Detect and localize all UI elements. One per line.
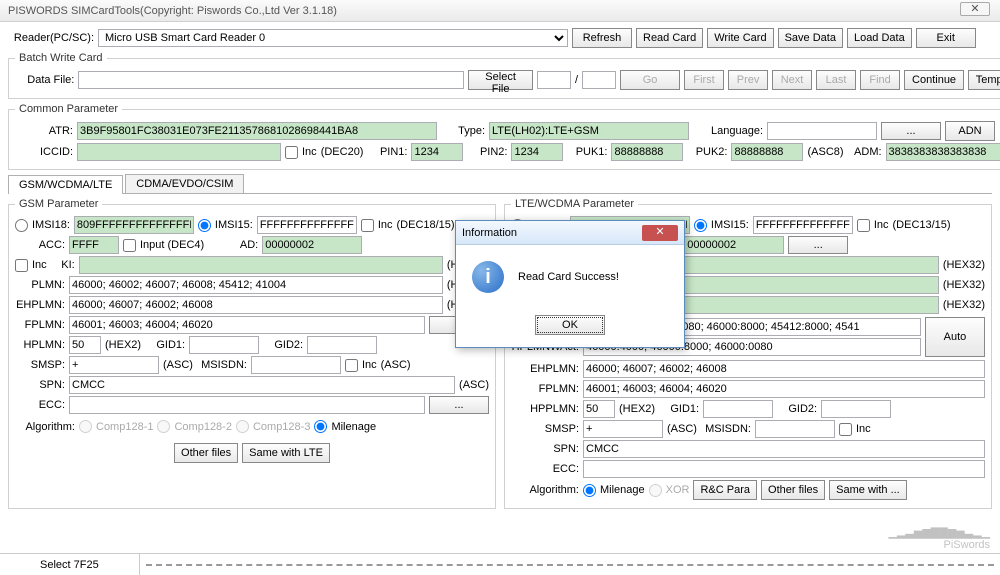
readcard-button[interactable]: Read Card bbox=[636, 28, 703, 48]
gsm-imsi15-radio[interactable] bbox=[198, 219, 211, 232]
selectfile-button[interactable]: Select File bbox=[468, 70, 533, 90]
gsm-plmn-input[interactable] bbox=[69, 276, 443, 294]
tab-cdma[interactable]: CDMA/EVDO/CSIM bbox=[125, 174, 244, 193]
gsm-acc-input[interactable] bbox=[69, 236, 119, 254]
common-fieldset: Common Parameter ATR: Type: Language: ..… bbox=[8, 103, 1000, 170]
lte-imsi15-input[interactable] bbox=[753, 216, 853, 234]
lte-gid1-input[interactable] bbox=[703, 400, 773, 418]
titlebar: PISWORDS SIMCardTools(Copyright: Pisword… bbox=[0, 0, 1000, 22]
lte-msisdn-input[interactable] bbox=[755, 420, 835, 438]
pin2-input[interactable] bbox=[511, 143, 563, 161]
find-button[interactable]: Find bbox=[860, 70, 900, 90]
lang-more-button[interactable]: ... bbox=[881, 122, 941, 140]
refresh-button[interactable]: Refresh bbox=[572, 28, 632, 48]
lte-spn-input[interactable] bbox=[583, 440, 985, 458]
gsm-imsi18-input[interactable] bbox=[74, 216, 194, 234]
lte-fplmn-input[interactable] bbox=[583, 380, 985, 398]
reader-label: Reader(PC/SC): bbox=[8, 32, 94, 44]
gsm-ki-inc-check[interactable] bbox=[15, 259, 28, 272]
dialog-message: Read Card Success! bbox=[518, 271, 619, 283]
window-close-icon[interactable]: ✕ bbox=[960, 2, 990, 16]
gsm-msisdn-input[interactable] bbox=[251, 356, 341, 374]
lte-ecc-input[interactable] bbox=[583, 460, 985, 478]
gsm-fieldset: GSM Parameter IMSI18: IMSI15: Inc (DEC18… bbox=[8, 198, 496, 509]
iccid-inc-check[interactable] bbox=[285, 146, 298, 159]
batch-index2[interactable] bbox=[582, 71, 616, 89]
tab-gsm[interactable]: GSM/WCDMA/LTE bbox=[8, 175, 123, 194]
gsm-inc-check[interactable] bbox=[361, 219, 374, 232]
info-icon: i bbox=[472, 261, 504, 293]
lte-ad-input[interactable] bbox=[684, 236, 784, 254]
dialog-ok-button[interactable]: OK bbox=[535, 315, 605, 335]
pin1-input[interactable] bbox=[411, 143, 463, 161]
lte-otherfiles-button[interactable]: Other files bbox=[761, 480, 825, 500]
gsm-ad-input[interactable] bbox=[262, 236, 362, 254]
dialog-titlebar[interactable]: Information ✕ bbox=[456, 221, 684, 245]
gsm-ehplmn-input[interactable] bbox=[69, 296, 443, 314]
gsm-hplmn-input[interactable] bbox=[69, 336, 101, 354]
info-dialog: Information ✕ i Read Card Success! OK bbox=[455, 220, 685, 348]
lte-ad-more[interactable]: ... bbox=[788, 236, 848, 254]
gsm-samewithlte-button[interactable]: Same with LTE bbox=[242, 443, 330, 463]
gsm-ki-input[interactable] bbox=[79, 256, 443, 274]
lte-imsi15-radio[interactable] bbox=[694, 219, 707, 232]
gsm-smsp-input[interactable] bbox=[69, 356, 159, 374]
gsm-spn-input[interactable] bbox=[69, 376, 455, 394]
gsm-gid2-input[interactable] bbox=[307, 336, 377, 354]
writecard-button[interactable]: Write Card bbox=[707, 28, 773, 48]
lte-hpplmn-input[interactable] bbox=[583, 400, 615, 418]
batch-fieldset: Batch Write Card Data File: Select File … bbox=[8, 52, 1000, 99]
gsm-milenage-radio[interactable] bbox=[314, 420, 327, 433]
lte-ehplmn-input[interactable] bbox=[583, 360, 985, 378]
gsm-otherfiles-button[interactable]: Other files bbox=[174, 443, 238, 463]
watermark: ▁▂▃▅▆▇▇▆▅▃▂▁ PiSwords bbox=[888, 526, 990, 551]
continue-button[interactable]: Continue bbox=[904, 70, 964, 90]
first-button[interactable]: First bbox=[684, 70, 724, 90]
status-text: Select 7F25 bbox=[0, 554, 140, 575]
atr-input[interactable] bbox=[77, 122, 437, 140]
prev-button[interactable]: Prev bbox=[728, 70, 768, 90]
lte-smsp-input[interactable] bbox=[583, 420, 663, 438]
iccid-input[interactable] bbox=[77, 143, 281, 161]
exit-button[interactable]: Exit bbox=[916, 28, 976, 48]
puk2-input[interactable] bbox=[731, 143, 803, 161]
reader-select[interactable]: Micro USB Smart Card Reader 0 bbox=[98, 29, 568, 47]
dialog-close-icon[interactable]: ✕ bbox=[642, 225, 678, 241]
gsm-gid1-input[interactable] bbox=[189, 336, 259, 354]
adm-input[interactable] bbox=[886, 143, 1000, 161]
go-button[interactable]: Go bbox=[620, 70, 680, 90]
tab-bar: GSM/WCDMA/LTE CDMA/EVDO/CSIM bbox=[8, 174, 992, 194]
savedata-button[interactable]: Save Data bbox=[778, 28, 843, 48]
app-title: PISWORDS SIMCardTools(Copyright: Pisword… bbox=[8, 5, 337, 17]
lte-milenage-radio[interactable] bbox=[583, 484, 596, 497]
gsm-ecc-more[interactable]: ... bbox=[429, 396, 489, 414]
datafile-input[interactable] bbox=[78, 71, 464, 89]
gsm-imsi15-input[interactable] bbox=[257, 216, 357, 234]
type-input[interactable] bbox=[489, 122, 689, 140]
puk1-input[interactable] bbox=[611, 143, 683, 161]
gsm-imsi18-radio[interactable] bbox=[15, 219, 28, 232]
lte-msisdn-inc[interactable] bbox=[839, 423, 852, 436]
gsm-input-check[interactable] bbox=[123, 239, 136, 252]
lte-gid2-input[interactable] bbox=[821, 400, 891, 418]
gsm-fplmn-input[interactable] bbox=[69, 316, 425, 334]
lte-samewith-button[interactable]: Same with ... bbox=[829, 480, 907, 500]
status-bar: Select 7F25 bbox=[0, 553, 1000, 575]
language-input[interactable] bbox=[767, 122, 877, 140]
template-button[interactable]: Template bbox=[968, 70, 1000, 90]
next-button[interactable]: Next bbox=[772, 70, 812, 90]
lte-auto-button[interactable]: Auto bbox=[925, 317, 985, 357]
loaddata-button[interactable]: Load Data bbox=[847, 28, 912, 48]
gsm-ecc-input[interactable] bbox=[69, 396, 425, 414]
lte-inc-check[interactable] bbox=[857, 219, 870, 232]
lte-rcpara-button[interactable]: R&C Para bbox=[693, 480, 757, 500]
gsm-msisdn-inc-check[interactable] bbox=[345, 359, 358, 372]
batch-index1[interactable] bbox=[537, 71, 571, 89]
last-button[interactable]: Last bbox=[816, 70, 856, 90]
adn-button[interactable]: ADN bbox=[945, 121, 995, 141]
